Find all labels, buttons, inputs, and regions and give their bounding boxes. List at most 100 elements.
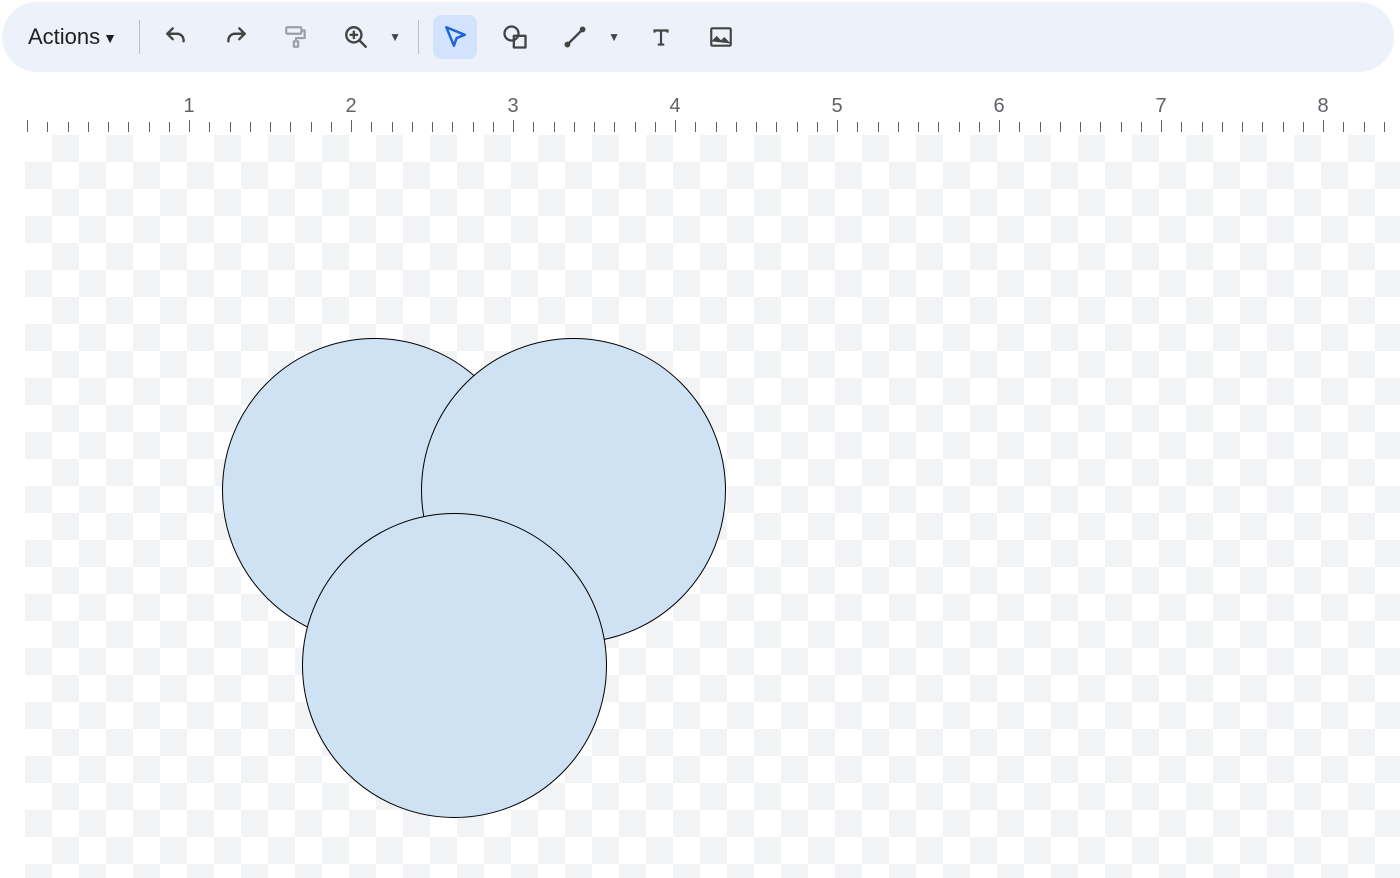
- ruler-number: 8: [1317, 95, 1328, 118]
- ruler-tick: [999, 120, 1000, 132]
- paint-roller-icon: [283, 24, 309, 50]
- ruler-tick: [88, 122, 89, 132]
- ruler-tick: [513, 120, 514, 132]
- ruler-tick: [1343, 122, 1344, 132]
- redo-icon: [223, 24, 249, 50]
- ruler-tick: [47, 122, 48, 132]
- ruler-number: 2: [345, 95, 356, 118]
- ruler-tick: [1384, 122, 1385, 132]
- paint-format-button[interactable]: [274, 15, 318, 59]
- ruler-tick: [128, 122, 129, 132]
- ruler-tick: [250, 122, 251, 132]
- ruler-tick: [1303, 122, 1304, 132]
- toolbar-divider: [418, 20, 419, 54]
- ruler-tick: [533, 122, 534, 132]
- undo-button[interactable]: [154, 15, 198, 59]
- caret-down-icon: ▼: [103, 30, 117, 46]
- ruler-tick: [68, 122, 69, 132]
- insert-image-button[interactable]: [699, 15, 743, 59]
- ruler-tick: [392, 122, 393, 132]
- image-icon: [708, 24, 734, 50]
- redo-button[interactable]: [214, 15, 258, 59]
- ruler-tick: [149, 122, 150, 132]
- ruler-tick: [473, 122, 474, 132]
- ruler-tick: [574, 122, 575, 132]
- ruler-tick: [432, 122, 433, 132]
- undo-icon: [163, 24, 189, 50]
- ruler-tick: [1060, 122, 1061, 132]
- ruler-tick: [776, 122, 777, 132]
- ruler-tick: [1323, 120, 1324, 132]
- ruler-tick: [1161, 120, 1162, 132]
- ruler-tick: [209, 122, 210, 132]
- ruler-tick: [189, 120, 190, 132]
- ruler-number: 3: [507, 95, 518, 118]
- ruler-tick: [695, 122, 696, 132]
- ruler-tick: [857, 122, 858, 132]
- ruler-number: 7: [1155, 95, 1166, 118]
- line-tool-button[interactable]: [553, 15, 597, 59]
- line-dropdown[interactable]: ▼: [605, 15, 623, 59]
- caret-down-icon: ▼: [608, 30, 620, 44]
- ruler-tick: [756, 122, 757, 132]
- actions-menu-button[interactable]: Actions ▼: [20, 18, 125, 56]
- shape-tool-button[interactable]: [493, 15, 537, 59]
- ruler-tick: [594, 122, 595, 132]
- caret-down-icon: ▼: [389, 30, 401, 44]
- zoom-dropdown[interactable]: ▼: [386, 15, 404, 59]
- drawing-canvas[interactable]: [0, 135, 1400, 878]
- ruler-tick: [1080, 122, 1081, 132]
- ruler-number: 5: [831, 95, 842, 118]
- history-group: ▼: [154, 15, 404, 59]
- ruler-tick: [351, 120, 352, 132]
- horizontal-ruler: 1 2 3 4 5 6 7 8: [0, 88, 1400, 132]
- ruler-tick: [675, 120, 676, 132]
- line-icon: [562, 24, 588, 50]
- ruler-tick: [837, 120, 838, 132]
- ruler-tick: [1262, 122, 1263, 132]
- ruler-tick: [290, 122, 291, 132]
- ruler-tick: [452, 122, 453, 132]
- ruler-tick: [1181, 122, 1182, 132]
- ruler-tick: [1100, 122, 1101, 132]
- shape-icon: [501, 23, 529, 51]
- ruler-tick: [736, 122, 737, 132]
- ruler-tick: [959, 122, 960, 132]
- ruler-tick: [371, 122, 372, 132]
- ruler-tick: [1202, 122, 1203, 132]
- ruler-tick: [979, 122, 980, 132]
- ruler-tick: [1222, 122, 1223, 132]
- ruler-tick: [716, 122, 717, 132]
- ruler-number: 6: [993, 95, 1004, 118]
- zoom-button[interactable]: [334, 15, 378, 59]
- ruler-tick: [878, 122, 879, 132]
- ruler-tick: [817, 122, 818, 132]
- ruler-tick: [1364, 122, 1365, 132]
- ruler-tick: [797, 122, 798, 132]
- ruler-tick: [938, 122, 939, 132]
- ruler-tick: [1242, 122, 1243, 132]
- ruler-tick: [1141, 122, 1142, 132]
- ruler-tick: [1283, 122, 1284, 132]
- select-tool-button[interactable]: [433, 15, 477, 59]
- ruler-tick: [311, 122, 312, 132]
- ruler-tick: [554, 122, 555, 132]
- actions-label: Actions: [28, 24, 100, 50]
- ruler-tick: [898, 122, 899, 132]
- text-icon: [648, 24, 674, 50]
- ruler-tick: [27, 120, 28, 132]
- ruler-tick: [230, 122, 231, 132]
- toolbar-divider: [139, 20, 140, 54]
- ruler-tick: [493, 122, 494, 132]
- ruler-tick: [918, 122, 919, 132]
- ruler-tick: [270, 122, 271, 132]
- ruler-tick: [1121, 122, 1122, 132]
- ruler-tick: [169, 122, 170, 132]
- ruler-number: 4: [669, 95, 680, 118]
- ruler-number: 1: [183, 95, 194, 118]
- ruler-tick: [108, 122, 109, 132]
- text-box-button[interactable]: [639, 15, 683, 59]
- ruler-tick: [635, 122, 636, 132]
- ruler-tick: [331, 122, 332, 132]
- ellipse-shape[interactable]: [302, 513, 607, 818]
